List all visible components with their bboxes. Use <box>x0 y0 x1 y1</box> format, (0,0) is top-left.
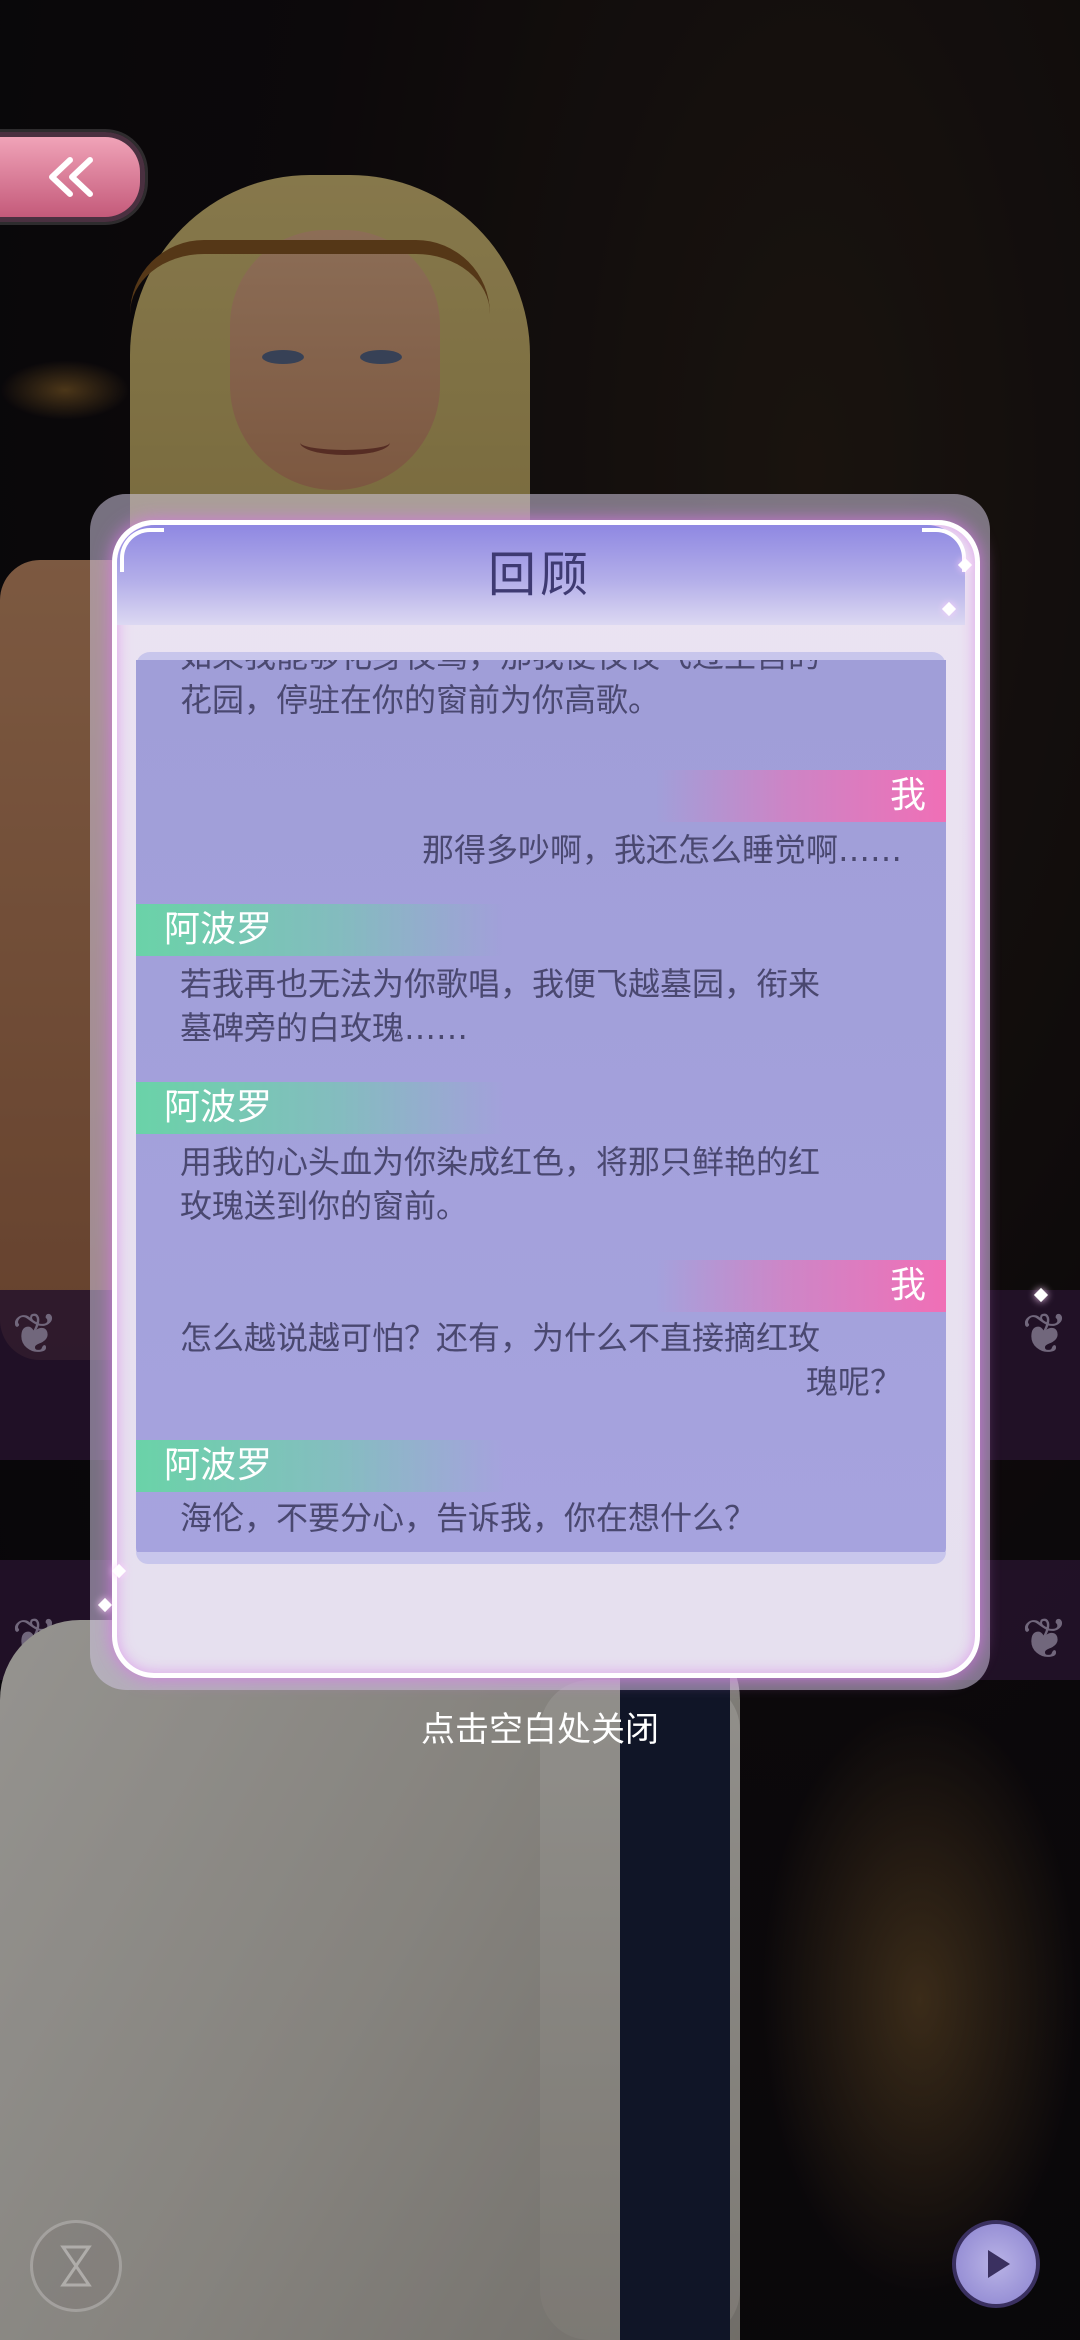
dialogue-log-list[interactable]: 如果我能够化身夜莺，那我便夜夜飞过王宫的 花园，停驻在你的窗前为你高歌。 我 那… <box>136 660 946 1560</box>
auto-play-button[interactable] <box>30 2220 122 2312</box>
double-chevron-left-icon <box>49 157 93 197</box>
next-button[interactable] <box>952 2220 1040 2308</box>
dialogue-text: 那得多吵啊，我还怎么睡觉啊…… <box>421 831 902 869</box>
speaker-tag-me: 我 <box>656 770 946 822</box>
speaker-tag-apollo: 阿波罗 <box>136 904 504 956</box>
dialogue-text: 用我的心头血为你染成红色，将那只鲜艳的红 玫瑰送到你的窗前。 <box>180 1143 821 1225</box>
modal-title: 回顾 <box>487 547 592 603</box>
hourglass-icon <box>60 2245 92 2287</box>
dialogue-text: 海伦，不要分心，告诉我，你在想什么？ <box>180 1499 757 1537</box>
dialogue-text: 若我再也无法为你歌唱，我便飞越墓园，衔来 墓碑旁的白玫瑰…… <box>180 965 821 1047</box>
dialogue-text: 怎么越说越可怕？还有，为什么不直接摘红玫 瑰呢？ <box>180 1319 902 1401</box>
speaker-tag-me: 我 <box>656 1260 946 1312</box>
speaker-tag-apollo: 阿波罗 <box>136 1440 504 1492</box>
close-hint-text: 点击空白处关闭 <box>421 1710 659 1750</box>
speaker-tag-apollo: 阿波罗 <box>136 1082 504 1134</box>
back-button[interactable] <box>0 132 145 222</box>
play-icon <box>988 2250 1010 2278</box>
dialogue-text: 如果我能够化身夜莺，那我便夜夜飞过王宫的 花园，停驻在你的窗前为你高歌。 <box>180 660 820 719</box>
scroll-edge-bottom <box>136 1552 946 1564</box>
